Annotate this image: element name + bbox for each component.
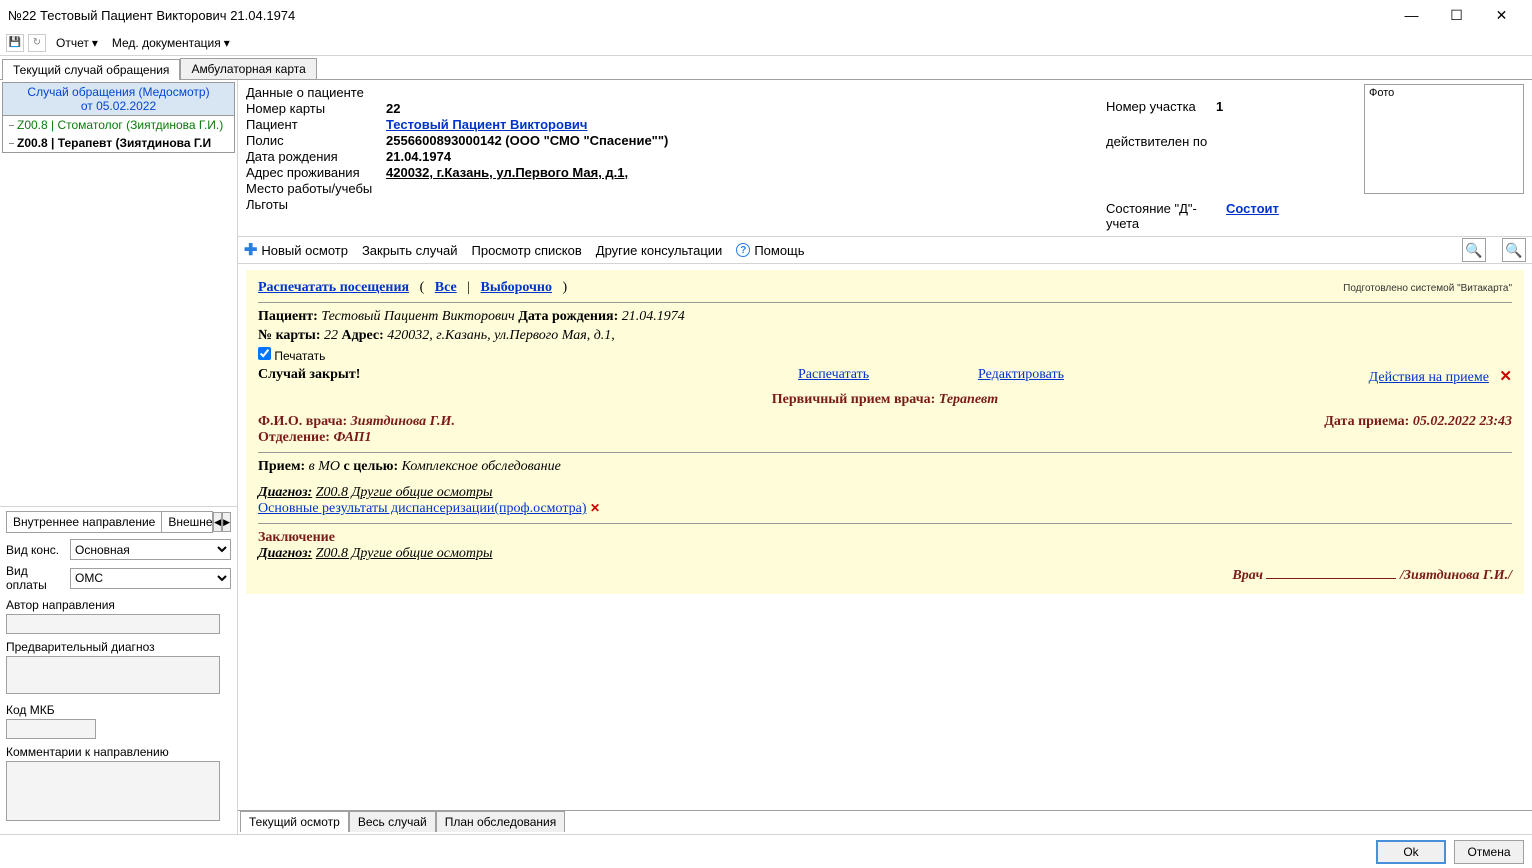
subtab-internal[interactable]: Внутреннее направление bbox=[6, 511, 161, 533]
titlebar: №22 Тестовый Пациент Викторович 21.04.19… bbox=[0, 0, 1532, 30]
patient-info: Данные о пациенте Номер карты22 ПациентТ… bbox=[238, 80, 1532, 236]
refresh-icon[interactable]: ↻ bbox=[28, 34, 46, 52]
subtab-scroll-right[interactable]: ▶ bbox=[222, 512, 231, 532]
policy-value: 2556600893000142 (ООО "СМО "Спасение"") bbox=[386, 133, 1106, 148]
ok-button[interactable]: Ok bbox=[1376, 840, 1446, 864]
tree-item-stomatolog[interactable]: Z00.8 | Стоматолог (Зиятдинова Г.И.) bbox=[3, 116, 234, 134]
disp-results-link[interactable]: Основные результаты диспансеризации(проф… bbox=[258, 501, 587, 516]
referral-subtabs: Внутреннее направление Внешнее на ◀ ▶ bbox=[6, 511, 231, 533]
close-case-button[interactable]: Закрыть случай bbox=[362, 243, 458, 258]
print-all-link[interactable]: Все bbox=[435, 280, 457, 295]
tab-current-case[interactable]: Текущий случай обращения bbox=[2, 59, 180, 80]
bottab-whole[interactable]: Весь случай bbox=[349, 811, 436, 832]
document: Распечатать посещения ( Все | Выборочно … bbox=[246, 270, 1524, 594]
exam-toolbar: ✚Новый осмотр Закрыть случай Просмотр сп… bbox=[238, 236, 1532, 264]
mkb-label: Код МКБ bbox=[6, 703, 231, 717]
print-checkbox[interactable]: Печатать bbox=[258, 349, 325, 363]
cons-type-select[interactable]: Основная bbox=[70, 539, 231, 560]
left-column: Случай обращения (Медосмотр) от 05.02.20… bbox=[0, 80, 238, 834]
right-column: Данные о пациенте Номер карты22 ПациентТ… bbox=[238, 80, 1532, 834]
window-title: №22 Тестовый Пациент Викторович 21.04.19… bbox=[8, 8, 1389, 23]
referral-panel: Внутреннее направление Внешнее на ◀ ▶ Ви… bbox=[0, 506, 237, 834]
print-selective-link[interactable]: Выборочно bbox=[481, 280, 552, 295]
print-visits-link[interactable]: Распечатать посещения bbox=[258, 280, 409, 295]
conclusion-label: Заключение bbox=[258, 530, 1512, 546]
delete-icon[interactable]: ✕ bbox=[1499, 369, 1512, 385]
actions-link[interactable]: Действия на приеме bbox=[1369, 370, 1489, 385]
case-closed-label: Случай закрыт! bbox=[258, 367, 798, 386]
edit-link[interactable]: Редактировать bbox=[978, 367, 1064, 382]
system-note: Подготовлено системой "Витакарта" bbox=[1343, 283, 1512, 294]
delete-disp-icon[interactable]: ✕ bbox=[590, 501, 600, 515]
case-box: Случай обращения (Медосмотр) от 05.02.20… bbox=[2, 82, 235, 153]
main-tabstrip: Текущий случай обращения Амбулаторная ка… bbox=[0, 56, 1532, 80]
card-number: 22 bbox=[386, 101, 1106, 116]
tab-amb-card[interactable]: Амбулаторная карта bbox=[180, 58, 316, 79]
author-label: Автор направления bbox=[6, 598, 231, 612]
help-icon: ? bbox=[736, 243, 750, 257]
zoom-in-button[interactable]: 🔍 bbox=[1502, 238, 1526, 262]
mkb-input[interactable] bbox=[6, 719, 96, 739]
comments-label: Комментарии к направлению bbox=[6, 745, 231, 759]
dob-value: 21.04.1974 bbox=[386, 149, 1106, 164]
photo-box: Фото bbox=[1364, 84, 1524, 194]
view-lists-button[interactable]: Просмотр списков bbox=[472, 243, 582, 258]
pay-type-select[interactable]: ОМС bbox=[70, 568, 231, 589]
save-icon[interactable]: 💾 bbox=[6, 34, 24, 52]
pay-type-label: Вид оплаты bbox=[6, 564, 70, 592]
sector-value: 1 bbox=[1216, 99, 1356, 114]
case-header[interactable]: Случай обращения (Медосмотр) от 05.02.20… bbox=[3, 83, 234, 116]
print-link[interactable]: Распечатать bbox=[798, 367, 869, 382]
close-button[interactable]: ✕ bbox=[1479, 1, 1524, 29]
plus-icon: ✚ bbox=[244, 240, 257, 260]
address-value: 420032, г.Казань, ул.Первого Мая, д.1, bbox=[386, 165, 1106, 180]
bottab-current[interactable]: Текущий осмотр bbox=[240, 811, 349, 832]
dstate-link[interactable]: Состоит bbox=[1226, 201, 1356, 231]
main-area: Случай обращения (Медосмотр) от 05.02.20… bbox=[0, 80, 1532, 834]
new-exam-button[interactable]: ✚Новый осмотр bbox=[244, 240, 348, 260]
patient-section-label: Данные о пациенте bbox=[246, 85, 364, 100]
maximize-button[interactable]: ☐ bbox=[1434, 1, 1479, 29]
menu-docs[interactable]: Мед. документация ▾ bbox=[106, 34, 236, 52]
menubar: 💾 ↻ Отчет ▾ Мед. документация ▾ bbox=[0, 30, 1532, 56]
document-area[interactable]: Распечатать посещения ( Все | Выборочно … bbox=[238, 264, 1532, 810]
cancel-button[interactable]: Отмена bbox=[1454, 840, 1524, 864]
patient-name-link[interactable]: Тестовый Пациент Викторович bbox=[386, 117, 1106, 132]
author-input[interactable] bbox=[6, 614, 220, 634]
cons-type-label: Вид конс. bbox=[6, 543, 70, 557]
tree-item-terapevt[interactable]: Z00.8 | Терапевт (Зиятдинова Г.И bbox=[3, 134, 234, 152]
help-button[interactable]: ?Помощь bbox=[736, 243, 804, 258]
bottab-plan[interactable]: План обследования bbox=[436, 811, 566, 832]
subtab-external[interactable]: Внешнее на bbox=[161, 511, 213, 533]
subtab-scroll-left[interactable]: ◀ bbox=[213, 512, 222, 532]
menu-report[interactable]: Отчет ▾ bbox=[50, 34, 104, 52]
other-cons-button[interactable]: Другие консультации bbox=[596, 243, 723, 258]
prelim-input[interactable] bbox=[6, 656, 220, 694]
zoom-out-button[interactable]: 🔍 bbox=[1462, 238, 1486, 262]
minimize-button[interactable]: — bbox=[1389, 1, 1434, 29]
comments-input[interactable] bbox=[6, 761, 220, 821]
bottom-tabstrip: Текущий осмотр Весь случай План обследов… bbox=[238, 810, 1532, 834]
prelim-label: Предварительный диагноз bbox=[6, 640, 231, 654]
footer: Ok Отмена bbox=[0, 834, 1532, 868]
